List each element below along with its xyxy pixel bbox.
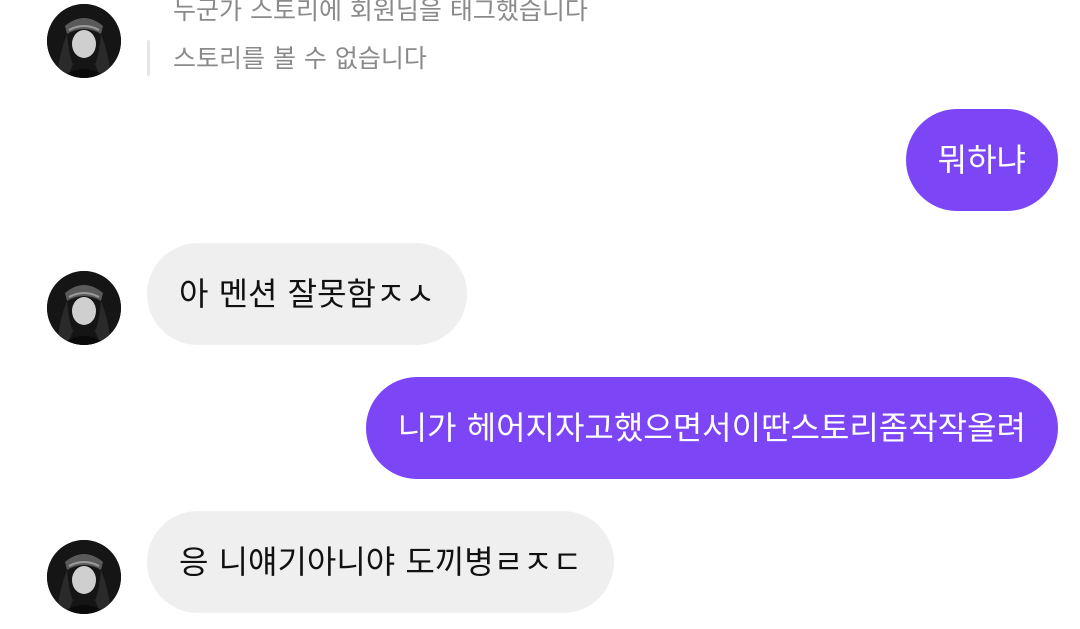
story-unavailable-notice: 스토리를 볼 수 없습니다	[173, 44, 427, 73]
avatar[interactable]	[47, 540, 121, 614]
message-bubble-outgoing[interactable]: 니가 헤어지자고했으면서이딴스토리좀작작올려	[365, 377, 1058, 479]
message-bubble-outgoing[interactable]: 뭐하냐	[905, 109, 1058, 211]
story-reply-bar	[147, 40, 150, 76]
message-bubble-incoming[interactable]: 아 멘션 잘못함ㅈㅅ	[147, 243, 467, 345]
message-bubble-incoming[interactable]: 응 니얘기아니야 도끼병ㄹㅈㄷ	[147, 511, 615, 613]
avatar[interactable]	[47, 271, 121, 345]
avatar[interactable]	[47, 4, 121, 78]
story-tag-notice: 누군가 스토리에 회원님을 태그했습니다	[173, 0, 588, 25]
